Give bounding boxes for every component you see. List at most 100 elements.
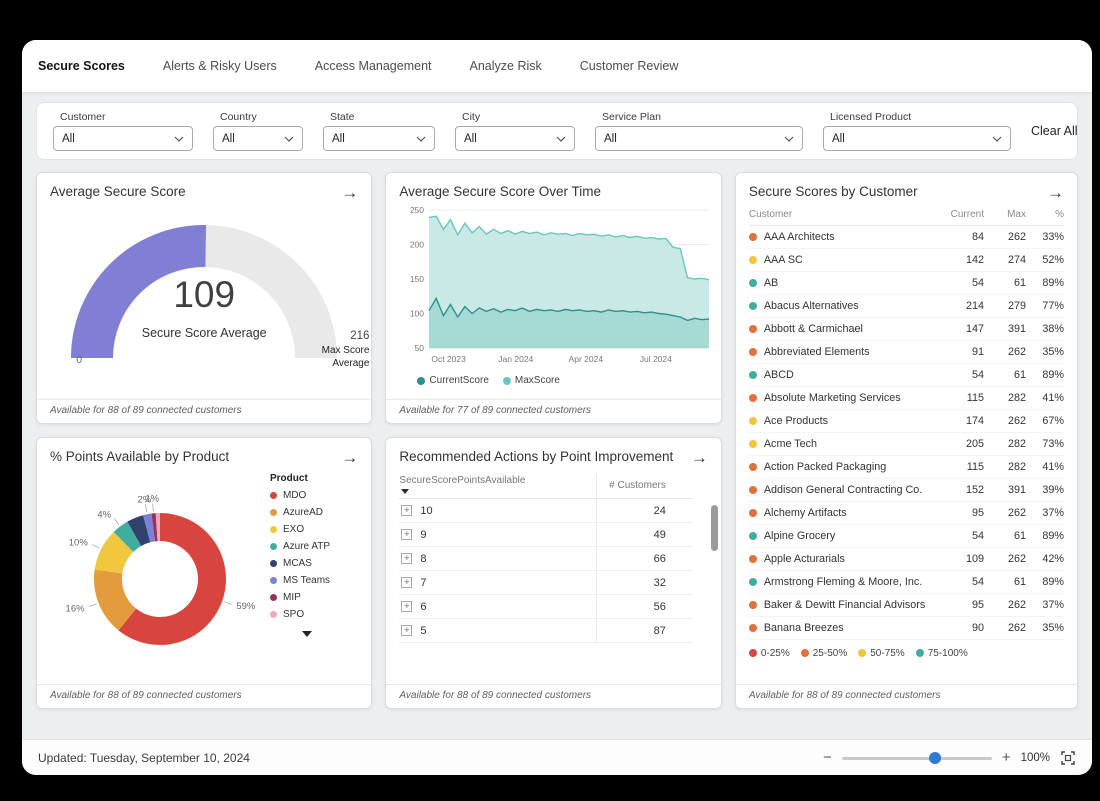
expand-icon[interactable]: +	[401, 625, 412, 636]
legend-label: MDO	[283, 490, 306, 501]
legend-more-chevron-icon[interactable]	[302, 631, 312, 637]
column-header-customers[interactable]: # Customers	[596, 474, 692, 497]
bucket-legend-item: 75-100%	[916, 648, 968, 659]
drillthrough-arrow-icon[interactable]: →	[341, 449, 358, 466]
expand-icon[interactable]: +	[401, 505, 412, 516]
score-bucket-dot	[749, 325, 757, 333]
customer-dropdown[interactable]: All	[53, 126, 193, 151]
legend-item-MDO[interactable]: MDO	[270, 487, 358, 504]
donut-segment-Azure ATP[interactable]	[124, 533, 135, 541]
customer-pct: 41%	[1026, 461, 1064, 473]
city-dropdown[interactable]: All	[455, 126, 575, 151]
legend-item-SPO[interactable]: SPO	[270, 606, 358, 623]
customer-row[interactable]: Baker & Dewitt Financial Advisors9526237…	[749, 594, 1064, 617]
actions-row[interactable]: +1024	[399, 499, 691, 523]
expand-icon[interactable]: +	[401, 553, 412, 564]
vertical-scrollbar[interactable]	[711, 505, 718, 672]
service-plan-dropdown[interactable]: All	[595, 126, 803, 151]
customer-row[interactable]: ABCD546189%	[749, 364, 1064, 387]
customer-row[interactable]: Action Packed Packaging11528241%	[749, 456, 1064, 479]
customer-current-score: 142	[934, 254, 984, 266]
legend-item[interactable]: MaxScore	[503, 375, 560, 386]
legend-item-Azure ATP[interactable]: Azure ATP	[270, 538, 358, 555]
state-dropdown[interactable]: All	[323, 126, 435, 151]
licensed-product-dropdown[interactable]: All	[823, 126, 1011, 151]
customer-row[interactable]: Addison General Contracting Co.15239139%	[749, 479, 1064, 502]
legend-label: 0-25%	[761, 648, 790, 659]
actions-row[interactable]: +949	[399, 523, 691, 547]
zoom-in-button[interactable]: +	[1002, 750, 1011, 765]
customer-max-score: 282	[984, 392, 1026, 404]
customer-name-cell: Alpine Grocery	[749, 530, 934, 542]
filter-label: Customer	[53, 111, 193, 123]
legend-item[interactable]: CurrentScore	[417, 375, 488, 386]
donut-chart: 59%16%10%4%2%1% Product MDOAzureADEXOAzu…	[37, 469, 371, 684]
score-bucket-dot	[749, 532, 757, 540]
donut-segment-EXO[interactable]	[109, 541, 124, 571]
customer-pct: 52%	[1026, 254, 1064, 266]
clear-all-button[interactable]: Clear All	[1031, 124, 1078, 138]
customer-max-score: 262	[984, 599, 1026, 611]
customer-row[interactable]: Ace Products17426267%	[749, 410, 1064, 433]
column-header-customer[interactable]: Customer	[749, 209, 934, 220]
country-dropdown[interactable]: All	[213, 126, 303, 151]
tab-customer-review[interactable]: Customer Review	[580, 59, 679, 73]
tab-alerts-risky-users[interactable]: Alerts & Risky Users	[163, 59, 277, 73]
tab-secure-scores[interactable]: Secure Scores	[38, 59, 125, 73]
legend-label: 50-75%	[870, 648, 904, 659]
svg-text:200: 200	[410, 240, 424, 250]
customer-row[interactable]: Abbott & Carmichael14739138%	[749, 318, 1064, 341]
customer-row[interactable]: Abbreviated Elements9126235%	[749, 341, 1064, 364]
score-bucket-dot	[749, 279, 757, 287]
actions-row[interactable]: +656	[399, 595, 691, 619]
actions-row[interactable]: +587	[399, 619, 691, 643]
fit-to-screen-icon[interactable]	[1060, 750, 1076, 766]
customer-row[interactable]: Absolute Marketing Services11528241%	[749, 387, 1064, 410]
last-updated-text: Updated: Tuesday, September 10, 2024	[38, 751, 250, 765]
zoom-slider[interactable]	[842, 752, 992, 764]
expand-icon[interactable]: +	[401, 601, 412, 612]
customer-row[interactable]: Banana Breezes9026235%	[749, 617, 1064, 640]
customer-row[interactable]: AAA Architects8426233%	[749, 226, 1064, 249]
legend-dot	[916, 649, 924, 657]
customer-row[interactable]: Acme Tech20528273%	[749, 433, 1064, 456]
column-header-max[interactable]: Max	[984, 209, 1026, 220]
legend-item-EXO[interactable]: EXO	[270, 521, 358, 538]
customer-current-score: 147	[934, 323, 984, 335]
customer-row[interactable]: Abacus Alternatives21427977%	[749, 295, 1064, 318]
donut-segment-AzureAD[interactable]	[108, 571, 127, 619]
customer-row[interactable]: Apple Acturarials10926242%	[749, 548, 1064, 571]
legend-item-MIP[interactable]: MIP	[270, 589, 358, 606]
customer-row[interactable]: AB546189%	[749, 272, 1064, 295]
actions-row[interactable]: +866	[399, 547, 691, 571]
customer-max-score: 262	[984, 553, 1026, 565]
tab-analyze-risk[interactable]: Analyze Risk	[470, 59, 542, 73]
donut-segment-MS Teams[interactable]	[147, 527, 154, 528]
scrollbar-thumb[interactable]	[711, 505, 718, 551]
zoom-slider-thumb[interactable]	[929, 752, 941, 764]
drillthrough-arrow-icon[interactable]: →	[1047, 184, 1064, 201]
drillthrough-arrow-icon[interactable]: →	[691, 449, 708, 466]
legend-item-MCAS[interactable]: MCAS	[270, 555, 358, 572]
donut-segment-MCAS[interactable]	[134, 528, 146, 533]
zoom-out-button[interactable]: −	[823, 750, 832, 765]
customer-max-score: 61	[984, 277, 1026, 289]
expand-icon[interactable]: +	[401, 577, 412, 588]
legend-item-AzureAD[interactable]: AzureAD	[270, 504, 358, 521]
drillthrough-arrow-icon[interactable]: →	[341, 184, 358, 201]
filter-country: Country All	[213, 111, 303, 151]
customer-row[interactable]: AAA SC14227452%	[749, 249, 1064, 272]
legend-dot	[749, 649, 757, 657]
actions-row[interactable]: +732	[399, 571, 691, 595]
legend-item-MS Teams[interactable]: MS Teams	[270, 572, 358, 589]
expand-icon[interactable]: +	[401, 529, 412, 540]
customer-current-score: 95	[934, 507, 984, 519]
column-header-pct[interactable]: %	[1026, 209, 1064, 220]
tab-access-management[interactable]: Access Management	[315, 59, 432, 73]
card-recommended-actions: Recommended Actions by Point Improvement…	[385, 437, 721, 709]
column-header-current[interactable]: Current	[934, 209, 984, 220]
customer-row[interactable]: Alchemy Artifacts9526237%	[749, 502, 1064, 525]
customer-row[interactable]: Armstrong Fleming & Moore, Inc.546189%	[749, 571, 1064, 594]
customer-row[interactable]: Alpine Grocery546189%	[749, 525, 1064, 548]
column-header-points[interactable]: SecureScorePointsAvailable	[399, 475, 595, 496]
